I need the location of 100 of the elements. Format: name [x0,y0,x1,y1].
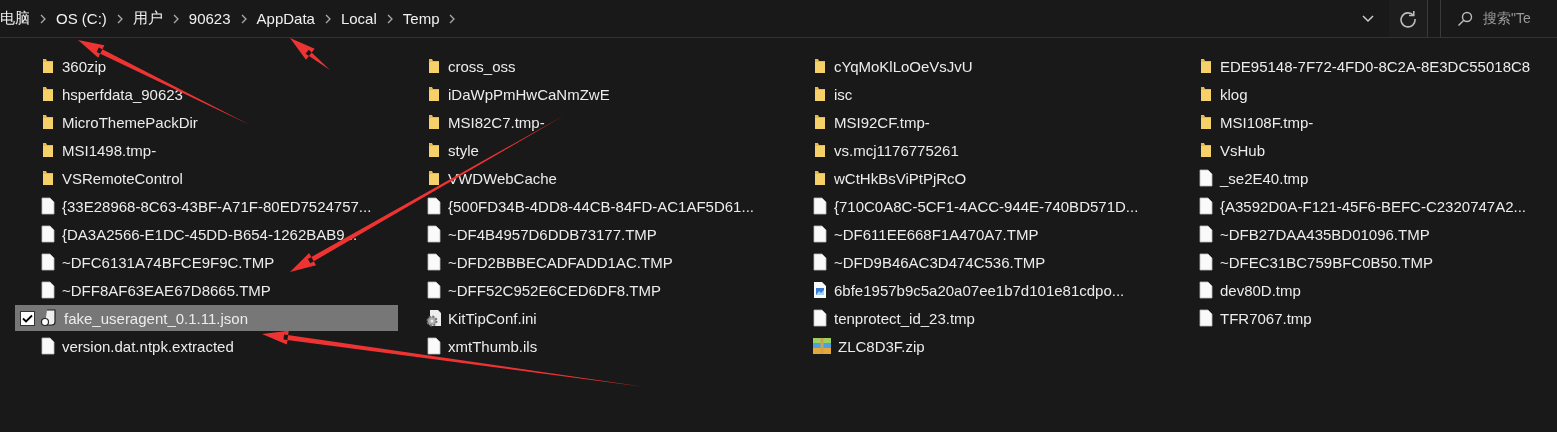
file-item[interactable]: VSRemoteControl [15,165,398,191]
file-icon [1198,197,1214,215]
folder-icon [812,86,828,102]
breadcrumb-item[interactable]: 用户 [123,9,172,28]
file-item[interactable]: MSI92CF.tmp- [787,109,1170,135]
folder-icon [40,86,56,102]
chevron-icon[interactable] [171,13,180,24]
file-item[interactable]: cYqMoKlLoOeVsJvU [787,53,1170,79]
file-item[interactable]: ~DFD9B46AC3D474C536.TMP [787,249,1170,275]
file-item[interactable]: MSI108F.tmp- [1173,109,1556,135]
file-item[interactable]: ZLC8D3F.zip [787,333,1170,359]
file-icon [40,253,56,271]
file-item[interactable]: iDaWpPmHwCaNmZwE [401,81,784,107]
file-item[interactable]: version.dat.ntpk.extracted [15,333,398,359]
chevron-icon[interactable] [239,13,248,24]
file-icon [426,281,442,299]
chevron-icon[interactable] [39,13,47,24]
file-icon [426,253,442,271]
file-item[interactable]: tenprotect_id_23.tmp [787,305,1170,331]
chevron-icon[interactable] [115,13,124,24]
file-item[interactable]: ~DFEC31BC759BFC0B50.TMP [1173,249,1556,275]
file-item[interactable]: VsHub [1173,137,1556,163]
image-file-icon [812,281,828,299]
file-item[interactable]: dev80D.tmp [1173,277,1556,303]
file-item[interactable]: EDE95148-7F72-4FD0-8C2A-8E3DC55018C8 [1173,53,1556,79]
chevron-icon[interactable] [323,13,332,24]
folder-icon [40,58,56,74]
file-item[interactable]: KitTipConf.ini [401,305,784,331]
folder-icon [1198,58,1214,74]
file-item[interactable]: ~DF4B4957D6DDB73177.TMP [401,221,784,247]
folder-icon [426,86,442,102]
file-icon [40,281,56,299]
file-item[interactable]: wCtHkBsViPtPjRcO [787,165,1170,191]
refresh-icon[interactable] [1399,9,1417,28]
archive-icon [812,336,832,356]
folder-icon [1198,114,1214,130]
file-item[interactable]: ~DFB27DAA435BD01096.TMP [1173,221,1556,247]
file-item[interactable]: ~DFF52C952E6CED6DF8.TMP [401,277,784,303]
search-icon [1457,10,1473,27]
gear-file-icon [426,309,442,327]
folder-icon [40,170,56,186]
file-icon [812,253,828,271]
file-icon [812,309,828,327]
folder-icon [812,170,828,186]
folder-icon [426,58,442,74]
folder-icon [812,114,828,130]
chevron-icon[interactable] [448,13,457,24]
file-icon [812,225,828,243]
file-item[interactable]: isc [787,81,1170,107]
file-item[interactable]: MicroThemePackDir [15,109,398,135]
breadcrumb-item[interactable]: Temp [393,10,449,27]
file-item[interactable]: {500FD34B-4DD8-44CB-84FD-AC1AF5D61... [401,193,784,219]
file-item[interactable]: 360zip [15,53,398,79]
folder-icon [40,114,56,130]
checkbox[interactable] [20,310,35,326]
folder-icon [426,142,442,158]
folder-icon [40,142,56,158]
file-item[interactable]: cross_oss [401,53,784,79]
file-item[interactable]: {A3592D0A-F121-45F6-BEFC-C2320747A2... [1173,193,1556,219]
file-icon [812,197,828,215]
folder-icon [426,114,442,130]
file-item[interactable]: ~DFF8AF63EAE67D8665.TMP [15,277,398,303]
file-item[interactable]: ~DFC6131A74BFCE9F9C.TMP [15,249,398,275]
file-item[interactable]: klog [1173,81,1556,107]
file-item[interactable]: vs.mcj1176775261 [787,137,1170,163]
search-field[interactable]: 搜索"Te [1440,0,1557,37]
folder-icon [1198,86,1214,102]
file-item[interactable]: ~DF611EE668F1A470A7.TMP [787,221,1170,247]
file-icon [426,197,442,215]
breadcrumb-item[interactable]: OS (C:) [47,10,116,27]
file-item[interactable]: fake_useragent_0.1.11.json [15,305,398,331]
folder-icon [426,170,442,186]
folder-icon [1198,142,1214,158]
folder-icon [812,142,828,158]
file-item[interactable]: {DA3A2566-E1DC-45DD-B654-1262BAB9... [15,221,398,247]
breadcrumb-item[interactable]: 电脑 [0,9,39,28]
annotation-arrow [290,38,330,70]
file-icon [40,225,56,243]
file-icon [40,337,56,355]
file-item[interactable]: {33E28968-8C63-43BF-A71F-80ED7524757... [15,193,398,219]
file-item[interactable]: style [401,137,784,163]
file-icon [1198,309,1214,327]
file-item[interactable]: MSI1498.tmp- [15,137,398,163]
chevron-icon[interactable] [385,13,394,24]
file-item[interactable]: hsperfdata_90623 [15,81,398,107]
file-item[interactable]: TFR7067.tmp [1173,305,1556,331]
file-item[interactable]: 6bfe1957b9c5a20a07ee1b7d101e81cdpo... [787,277,1170,303]
breadcrumb-item[interactable]: AppData [247,10,324,27]
file-item[interactable]: _se2E40.tmp [1173,165,1556,191]
dropdown-chevron-icon[interactable] [1362,14,1374,23]
file-item[interactable]: ~DFD2BBBECADFADD1AC.TMP [401,249,784,275]
file-icon [1198,225,1214,243]
script-file-icon [40,309,58,327]
breadcrumb-item[interactable]: Local [331,10,386,27]
file-icon [40,197,56,215]
breadcrumb-item[interactable]: 90623 [179,10,240,27]
file-item[interactable]: {710C0A8C-5CF1-4ACC-944E-740BD571D... [787,193,1170,219]
file-item[interactable]: MSI82C7.tmp- [401,109,784,135]
folder-icon [812,58,828,74]
file-item[interactable]: xmtThumb.ils [401,333,784,359]
